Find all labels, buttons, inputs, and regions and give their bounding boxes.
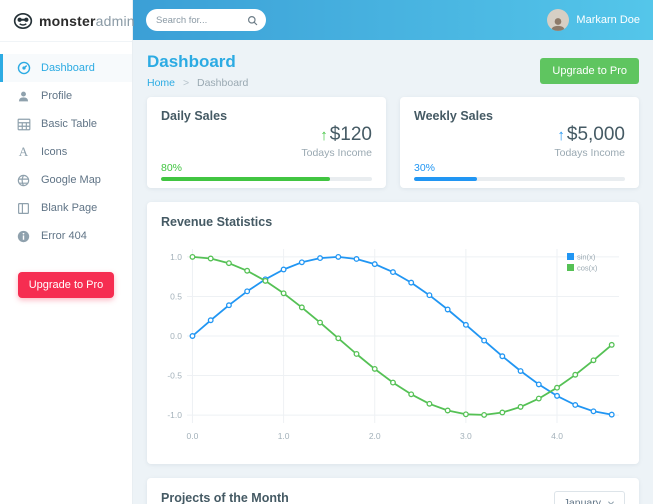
user-menu[interactable]: Markarn Doe [547, 9, 640, 31]
sidebar-item-label: Blank Page [41, 202, 97, 214]
svg-text:0.0: 0.0 [187, 431, 199, 441]
svg-text:4.0: 4.0 [551, 431, 563, 441]
chevron-down-icon [607, 499, 615, 504]
arrow-up-icon: ↑ [557, 127, 565, 144]
topbar: Markarn Doe [133, 0, 653, 40]
sidebar-item-google-map[interactable]: Google Map [0, 166, 132, 194]
svg-text:-0.5: -0.5 [167, 371, 182, 381]
svg-text:-1.0: -1.0 [167, 410, 182, 420]
sidebar-item-icons[interactable]: A Icons [0, 138, 132, 166]
sidebar-item-blank-page[interactable]: Blank Page [0, 194, 132, 222]
svg-text:0.5: 0.5 [170, 291, 182, 301]
sidebar-item-profile[interactable]: Profile [0, 82, 132, 110]
breadcrumb-current: Dashboard [197, 77, 248, 89]
revenue-statistics-card: Revenue Statistics -1.0 -0.5 0.0 0.5 1.0 0.0 1… [147, 202, 639, 464]
user-name: Markarn Doe [576, 14, 640, 26]
sidebar-menu: Dashboard Profile Basic Table A Icons [0, 54, 132, 250]
svg-text:2.0: 2.0 [369, 431, 381, 441]
sales-cards-row: Daily Sales ↑$120 Todays Income 80% Week… [147, 97, 639, 188]
sidebar-item-label: Profile [41, 90, 72, 102]
sidebar-item-dashboard[interactable]: Dashboard [0, 54, 132, 82]
weekly-sales-amount: ↑$5,000 [414, 124, 625, 146]
card-title: Daily Sales [161, 109, 372, 123]
weekly-sales-percent: 30% [414, 162, 625, 174]
globe-icon [16, 173, 31, 188]
columns-icon [16, 201, 31, 216]
page-header: Dashboard Home > Dashboard Upgrade to Pr… [147, 52, 639, 89]
daily-sales-card: Daily Sales ↑$120 Todays Income 80% [147, 97, 386, 188]
projects-card: Projects of the Month January [147, 478, 639, 504]
sidebar: monsteradmin Dashboard Profile [0, 0, 133, 504]
user-icon [16, 89, 31, 104]
sidebar-item-label: Icons [41, 146, 67, 158]
weekly-sales-progressbar [414, 177, 625, 181]
weekly-sales-subtitle: Todays Income [414, 147, 625, 159]
sidebar-item-label: Basic Table [41, 118, 97, 130]
info-icon [16, 229, 31, 244]
dashboard-icon [16, 61, 31, 76]
sidebar-upgrade-button[interactable]: Upgrade to Pro [18, 272, 114, 298]
svg-text:1.0: 1.0 [278, 431, 290, 441]
svg-text:sin(x): sin(x) [577, 253, 596, 262]
chart-title: Revenue Statistics [161, 215, 625, 229]
sidebar-item-label: Error 404 [41, 230, 87, 242]
search-bar[interactable] [146, 9, 266, 31]
progress-fill [161, 177, 330, 181]
avatar [547, 9, 569, 31]
search-input[interactable] [156, 15, 247, 26]
search-icon[interactable] [247, 15, 258, 26]
progress-fill [414, 177, 477, 181]
daily-sales-subtitle: Todays Income [161, 147, 372, 159]
page-title: Dashboard [147, 52, 248, 72]
breadcrumb: Home > Dashboard [147, 77, 248, 89]
table-icon [16, 117, 31, 132]
daily-sales-percent: 80% [161, 162, 372, 174]
revenue-line-chart: -1.0 -0.5 0.0 0.5 1.0 0.0 1.0 2.0 3.0 4.0 sin(x) co… [161, 237, 625, 449]
card-title: Weekly Sales [414, 109, 625, 123]
weekly-sales-card: Weekly Sales ↑$5,000 Todays Income 30% [400, 97, 639, 188]
sidebar-item-basic-table[interactable]: Basic Table [0, 110, 132, 138]
projects-title: Projects of the Month [161, 491, 289, 504]
month-select-dropdown[interactable]: January [554, 491, 625, 504]
monster-logo-icon [13, 11, 33, 31]
sidebar-item-label: Dashboard [41, 62, 95, 74]
selected-month: January [564, 497, 601, 504]
daily-sales-progressbar [161, 177, 372, 181]
upgrade-to-pro-button[interactable]: Upgrade to Pro [540, 58, 639, 84]
brand-logo[interactable]: monsteradmin [0, 0, 132, 42]
arrow-up-icon: ↑ [320, 127, 328, 144]
letter-a-icon: A [16, 145, 31, 160]
svg-text:3.0: 3.0 [460, 431, 472, 441]
sidebar-item-label: Google Map [41, 174, 101, 186]
daily-sales-amount: ↑$120 [161, 124, 372, 146]
breadcrumb-separator: > [183, 77, 189, 89]
brand-name: monsteradmin [39, 13, 135, 29]
svg-text:0.0: 0.0 [170, 331, 182, 341]
svg-text:1.0: 1.0 [170, 252, 182, 262]
main-content: Dashboard Home > Dashboard Upgrade to Pr… [133, 40, 653, 504]
breadcrumb-home-link[interactable]: Home [147, 77, 175, 89]
sidebar-item-error-404[interactable]: Error 404 [0, 222, 132, 250]
svg-text:cos(x): cos(x) [577, 264, 598, 273]
